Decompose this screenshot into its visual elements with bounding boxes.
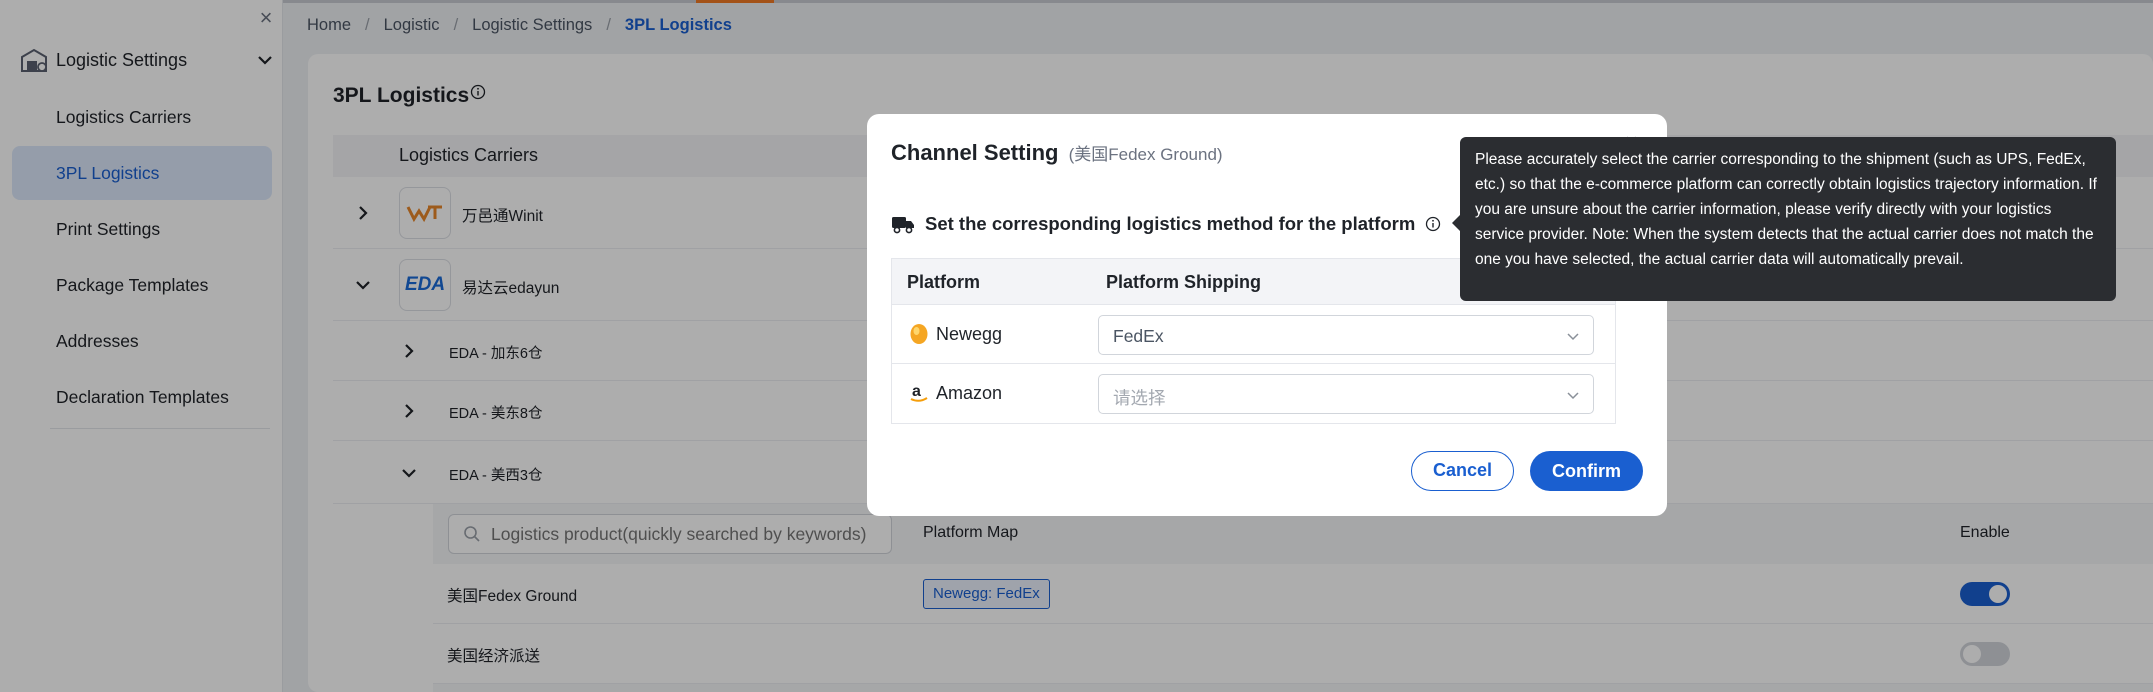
section-header: Set the corresponding logistics method f… <box>891 210 1441 238</box>
select-placeholder: 请选择 <box>1113 388 1166 408</box>
info-tooltip: Please accurately select the carrier cor… <box>1460 137 2116 301</box>
section-title: Set the corresponding logistics method f… <box>925 213 1416 234</box>
newegg-logo-icon <box>910 324 928 344</box>
confirm-button[interactable]: Confirm <box>1530 451 1643 491</box>
dialog-title: Channel Setting (美国Fedex Ground) <box>891 140 1223 166</box>
cancel-button[interactable]: Cancel <box>1411 451 1514 491</box>
shipping-select[interactable]: FedEx <box>1098 315 1594 355</box>
tooltip-arrow <box>1452 215 1460 231</box>
column-header-platform: Platform <box>907 272 981 292</box>
column-header-platform-shipping: Platform Shipping <box>1106 272 1261 292</box>
platform-name: Newegg <box>936 323 1003 344</box>
chevron-down-icon <box>1567 333 1579 341</box>
info-icon[interactable] <box>1425 216 1441 232</box>
truck-icon <box>892 217 914 234</box>
dialog-subtitle: (美国Fedex Ground) <box>1068 145 1223 164</box>
selected-value: FedEx <box>1113 326 1164 346</box>
chevron-down-icon <box>1567 392 1579 400</box>
svg-text:a: a <box>912 383 921 400</box>
table-row: a Amazon 请选择 <box>892 364 1615 423</box>
table-row: Newegg FedEx <box>892 305 1615 364</box>
platform-name: Amazon <box>936 382 1003 403</box>
platform-cell: a Amazon <box>908 382 1002 404</box>
platform-cell: Newegg <box>908 323 1002 345</box>
shipping-select[interactable]: 请选择 <box>1098 374 1594 414</box>
amazon-logo-icon: a <box>910 383 928 402</box>
dialog-title-text: Channel Setting <box>891 140 1059 165</box>
